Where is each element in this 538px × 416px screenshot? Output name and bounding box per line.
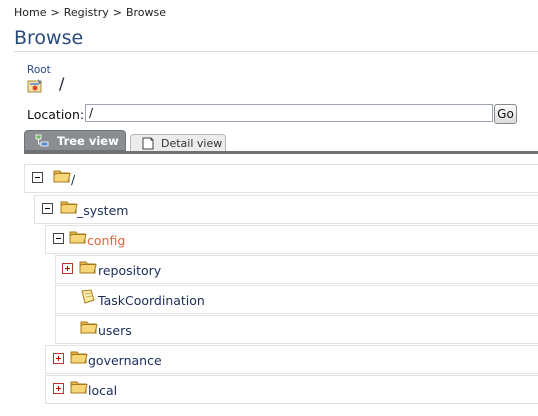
expand-icon[interactable] bbox=[53, 353, 64, 364]
breadcrumb-home[interactable]: Home bbox=[14, 6, 46, 19]
collapse-icon[interactable] bbox=[53, 233, 64, 244]
tree-node-system: _system bbox=[34, 195, 538, 224]
breadcrumb-separator: > bbox=[50, 6, 60, 19]
folder-icon bbox=[70, 381, 88, 394]
tree-node-repository: repository bbox=[55, 255, 538, 284]
tree-view-icon bbox=[35, 134, 49, 147]
root-block: Root / bbox=[27, 64, 64, 93]
folder-icon bbox=[60, 201, 78, 214]
root-link[interactable]: Root bbox=[27, 64, 51, 76]
tab-detail-view-label: Detail view bbox=[161, 137, 223, 150]
folder-icon bbox=[79, 261, 97, 274]
current-path: / bbox=[59, 74, 65, 93]
go-button[interactable]: Go bbox=[494, 104, 517, 124]
folder-icon bbox=[69, 231, 87, 244]
tree-node-label[interactable]: governance bbox=[88, 353, 162, 368]
expand-icon[interactable] bbox=[62, 263, 73, 274]
collapse-icon[interactable] bbox=[32, 172, 43, 183]
tab-detail-view[interactable]: Detail view bbox=[130, 134, 226, 151]
location-input[interactable] bbox=[85, 104, 493, 122]
title-divider bbox=[14, 51, 538, 52]
breadcrumb-browse: Browse bbox=[125, 6, 167, 19]
tree-node-label[interactable]: local bbox=[88, 383, 117, 398]
folder-icon bbox=[53, 170, 71, 183]
location-label: Location: bbox=[27, 107, 85, 122]
breadcrumb-registry[interactable]: Registry bbox=[64, 6, 109, 19]
tree-node-label[interactable]: / bbox=[71, 172, 75, 187]
tree-node-governance: governance bbox=[45, 345, 538, 374]
page-title: Browse bbox=[14, 27, 84, 49]
tree-node-local: local bbox=[45, 375, 538, 404]
folder-icon bbox=[70, 351, 88, 364]
tab-bar-divider bbox=[24, 151, 538, 154]
tree-node-label[interactable]: repository bbox=[98, 263, 161, 278]
tree-node-users: users bbox=[55, 315, 538, 344]
breadcrumb: Home > Registry > Browse bbox=[14, 6, 166, 19]
detail-view-icon bbox=[142, 137, 154, 150]
tab-tree-view-label: Tree view bbox=[57, 134, 119, 148]
expand-icon[interactable] bbox=[53, 383, 64, 394]
document-icon bbox=[81, 289, 95, 304]
tree-node-label[interactable]: users bbox=[98, 323, 132, 338]
tab-tree-view[interactable]: Tree view bbox=[24, 130, 126, 151]
folder-icon bbox=[80, 321, 98, 334]
tree-node-taskcoordination: TaskCoordination bbox=[55, 285, 538, 314]
breadcrumb-separator: > bbox=[112, 6, 122, 19]
tree-node-label[interactable]: config bbox=[87, 233, 125, 248]
tree-node-root: / bbox=[24, 164, 538, 193]
tree-node-label[interactable]: TaskCoordination bbox=[98, 293, 205, 308]
tree-node-label[interactable]: _system bbox=[77, 203, 128, 218]
registry-root-icon[interactable] bbox=[27, 78, 43, 94]
collapse-icon[interactable] bbox=[42, 203, 53, 214]
tree-node-config: config bbox=[45, 225, 538, 254]
